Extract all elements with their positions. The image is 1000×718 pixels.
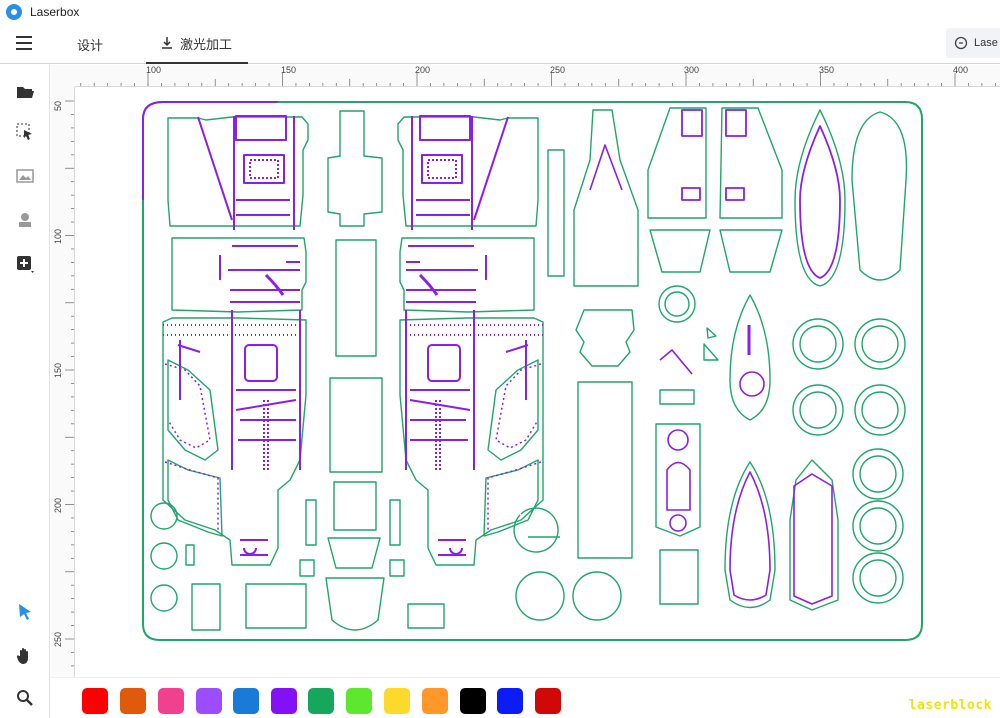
left-upper-engrave (197, 115, 300, 303)
middle-column-engrave (589, 144, 693, 532)
title-bar: Laserbox (0, 0, 1000, 24)
ruler-label: 200 (415, 65, 431, 75)
image-tool-icon[interactable] (14, 165, 36, 187)
tab-bar: 设计 激光加工 Lase (0, 24, 1000, 64)
download-icon (162, 37, 172, 49)
ruler-horizontal[interactable]: 100 150 200 250 300 350 400 (75, 65, 1000, 87)
color-swatch[interactable] (308, 688, 334, 714)
app-logo-icon (6, 4, 22, 20)
color-swatch[interactable] (497, 688, 523, 714)
ruler-label: 150 (53, 362, 63, 378)
cloud-link-button[interactable]: Lase (946, 28, 1000, 58)
stamp-tool-icon[interactable] (14, 209, 36, 231)
canvas-workspace[interactable] (75, 87, 1000, 677)
color-swatch[interactable] (82, 688, 108, 714)
pointer-tool-icon[interactable] (14, 601, 36, 623)
ruler-label: 250 (550, 65, 566, 75)
left-toolbar (0, 65, 50, 718)
app-title: Laserbox (30, 5, 80, 19)
color-swatch[interactable] (535, 688, 561, 714)
middle-column-parts (515, 109, 719, 621)
cloud-link-label: Lase (974, 37, 998, 49)
color-swatch[interactable] (233, 688, 259, 714)
left-lower-hull-part (162, 317, 307, 566)
ruler-vertical[interactable]: 50 100 150 200 250 (51, 87, 75, 677)
ruler-label: 100 (53, 228, 63, 244)
ruler-label: 200 (53, 497, 63, 513)
hand-pan-icon[interactable] (14, 645, 36, 667)
tab-design-label: 设计 (77, 37, 104, 53)
ruler-label: 250 (53, 631, 63, 647)
color-swatch[interactable] (271, 688, 297, 714)
ruler-label: 150 (281, 65, 297, 75)
ruler-label: 400 (953, 65, 969, 75)
ruler-label: 300 (684, 65, 700, 75)
ring-parts (792, 318, 906, 604)
color-swatch[interactable] (346, 688, 372, 714)
right-strip-parts (389, 499, 560, 629)
open-folder-icon[interactable] (14, 81, 36, 103)
color-swatch[interactable] (422, 688, 448, 714)
color-swatch[interactable] (196, 688, 222, 714)
color-swatch[interactable] (120, 688, 146, 714)
ruler-label: 50 (53, 100, 63, 111)
ruler-label: 350 (819, 65, 835, 75)
menu-icon[interactable] (16, 36, 32, 52)
tab-laser-processing[interactable]: 激光加工 (146, 24, 248, 64)
select-tool-icon[interactable] (14, 121, 36, 143)
watermark-text: laserblock (908, 698, 992, 713)
leaf-parts (724, 294, 839, 611)
right-upper-engrave (406, 115, 509, 303)
ruler-corner (51, 65, 75, 87)
color-swatch[interactable] (460, 688, 486, 714)
tab-design[interactable]: 设计 (77, 24, 103, 64)
link-icon (954, 36, 968, 50)
color-swatch[interactable] (384, 688, 410, 714)
right-lower-hull-part (399, 317, 544, 566)
zoom-icon[interactable] (14, 687, 36, 709)
right-top-parts (647, 107, 908, 287)
tab-laser-label: 激光加工 (180, 36, 233, 52)
ruler-label: 100 (146, 65, 162, 75)
color-palette (51, 677, 1000, 718)
add-shape-icon[interactable] (14, 253, 36, 275)
laser-cut-parts[interactable] (75, 87, 1000, 677)
color-swatch[interactable] (158, 688, 184, 714)
